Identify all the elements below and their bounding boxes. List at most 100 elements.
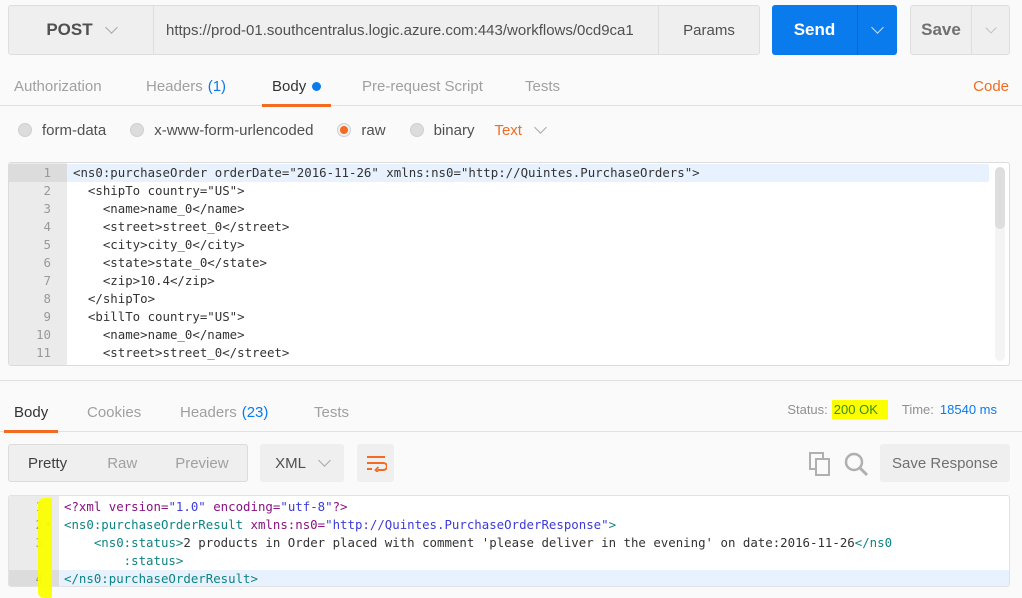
code-text: <name>name_0</name>: [73, 327, 245, 342]
tab-authorization[interactable]: Authorization: [14, 66, 102, 106]
code-line: 11 <street>street_0</street>: [9, 344, 989, 362]
tab-label: Pre-request Script: [362, 77, 483, 95]
tab-headers[interactable]: Headers (1): [146, 66, 226, 106]
line-number: 8: [43, 291, 51, 306]
response-body-viewer[interactable]: 1<?xml version="1.0" encoding="utf-8"?>2…: [8, 495, 1010, 587]
code-text: <shipTo country="US">: [73, 183, 245, 198]
send-dropdown-button[interactable]: [858, 5, 897, 55]
code-text: <city>city_0</city>: [73, 237, 245, 252]
code-text: </shipTo>: [73, 291, 156, 306]
chevron-down-icon: [984, 21, 997, 34]
radio-checked-icon: [337, 123, 352, 137]
tab-label: Authorization: [14, 77, 102, 95]
radio-label: raw: [361, 121, 386, 139]
headers-count: (1): [207, 77, 227, 95]
tab-cookies[interactable]: Cookies: [87, 392, 141, 432]
code-line: 3 <name>name_0</name>: [9, 200, 989, 218]
request-body-editor[interactable]: 1 <ns0:purchaseOrder orderDate="2016-11-2…: [8, 162, 1010, 366]
tab-label: Body: [272, 77, 307, 95]
code-line: 1 <ns0:purchaseOrder orderDate="2016-11-2…: [9, 164, 989, 182]
code-text: <billTo country="US">: [73, 309, 245, 324]
code-line: 4</ns0:purchaseOrderResult>: [9, 570, 1009, 586]
vertical-scrollbar[interactable]: [995, 167, 1005, 361]
save-dropdown-button[interactable]: [972, 6, 1009, 54]
send-button[interactable]: Send: [772, 5, 858, 55]
wrap-lines-button[interactable]: [357, 444, 394, 482]
code-line: 12 <city>city_0</city>: [9, 362, 989, 365]
code-line: 3 <ns0:status>2 products in Order placed…: [9, 534, 1009, 552]
radio-icon: [409, 123, 424, 137]
search-icon: [844, 452, 869, 477]
headers-count: (23): [241, 403, 269, 421]
pane-divider[interactable]: [0, 380, 1022, 381]
modified-dot-icon: [312, 81, 322, 91]
params-button[interactable]: Params: [659, 6, 759, 54]
radio-x-www-form-urlencoded[interactable]: x-www-form-urlencoded: [130, 122, 313, 139]
tab-response-tests[interactable]: Tests: [314, 392, 349, 432]
raw-format-select[interactable]: Text: [494, 121, 547, 139]
response-view-mode: Pretty Raw Preview: [8, 444, 248, 482]
raw-format-label: Text: [494, 121, 522, 139]
tab-body[interactable]: Body: [261, 66, 332, 107]
line-number: 9: [43, 309, 51, 324]
copy-button[interactable]: [808, 451, 832, 477]
tab-pre-request-script[interactable]: Pre-request Script: [362, 66, 483, 106]
tab-label: Tests: [525, 77, 561, 95]
save-button-group: Save: [910, 5, 1010, 55]
code-line: 6 <state>state_0</state>: [9, 254, 989, 272]
view-preview-button[interactable]: Preview: [137, 455, 228, 472]
tab-tests[interactable]: Tests: [525, 66, 560, 106]
code-line: 9 <billTo country="US">: [9, 308, 989, 326]
line-number: 11: [36, 345, 51, 360]
code-text: <ns0:purchaseOrder orderDate="2016-11-26…: [73, 165, 700, 180]
url-input[interactable]: https://prod-01.southcentralus.logic.azu…: [154, 6, 659, 54]
method-select[interactable]: POST: [9, 6, 154, 54]
radio-icon: [18, 123, 32, 137]
save-button[interactable]: Save: [911, 6, 972, 54]
radio-raw[interactable]: raw: [337, 121, 386, 139]
code-link[interactable]: Code: [973, 66, 1009, 106]
line-number: 4: [43, 219, 51, 234]
code-line: 10 <name>name_0</name>: [9, 326, 989, 344]
code-text: <street>street_0</street>: [73, 219, 290, 234]
code-text: <name>name_0</name>: [73, 201, 245, 216]
code-line: 1<?xml version="1.0" encoding="utf-8"?>: [9, 498, 1009, 516]
tab-label: Body: [14, 403, 49, 421]
scrollbar-thumb[interactable]: [995, 167, 1005, 229]
code-text: <state>state_0</state>: [73, 255, 267, 270]
line-number: 7: [43, 273, 51, 288]
annotation-highlight-mark: [38, 498, 52, 598]
chevron-down-icon: [104, 21, 118, 34]
view-pretty-button[interactable]: Pretty: [9, 455, 67, 472]
code-text: <?xml version="1.0" encoding="utf-8"?>: [64, 499, 348, 514]
code-text: :status>: [64, 553, 184, 568]
code-text: <street>street_0</street>: [73, 345, 290, 360]
search-button[interactable]: [843, 451, 869, 477]
wrap-lines-icon: [366, 456, 387, 472]
response-language-select[interactable]: XML: [260, 444, 344, 482]
language-label: XML: [275, 454, 306, 472]
code-text: <ns0:status>2 products in Order placed w…: [93, 535, 893, 550]
radio-binary[interactable]: binary: [409, 122, 474, 139]
view-raw-button[interactable]: Raw: [67, 455, 137, 472]
time-value: 18540 ms: [939, 401, 997, 417]
code-line: 2▼<ns0:purchaseOrderResult xmlns:ns0="ht…: [9, 516, 1009, 534]
radio-label: form-data: [42, 121, 107, 139]
tab-label: Headers: [180, 403, 237, 421]
tab-response-headers[interactable]: Headers (23): [180, 392, 268, 432]
tab-label: Tests: [314, 403, 350, 421]
code-line: 5 <city>city_0</city>: [9, 236, 989, 254]
code-text: <zip>10.4</zip>: [73, 273, 215, 288]
code-line: :status>: [9, 552, 1009, 570]
status-label: Status:: [787, 401, 828, 417]
tab-label: Headers: [146, 77, 203, 95]
radio-form-data[interactable]: form-data: [18, 122, 106, 139]
copy-icon: [809, 452, 830, 476]
save-response-button[interactable]: Save Response: [880, 444, 1010, 482]
status-badge: 200 OK: [831, 399, 888, 419]
response-meta: Status: 200 OK Time: 18540 ms: [787, 392, 997, 426]
time-label: Time:: [901, 401, 934, 417]
code-line: 4 <street>street_0</street>: [9, 218, 989, 236]
code-line: 7 <zip>10.4</zip>: [9, 272, 989, 290]
tab-response-body[interactable]: Body: [3, 392, 59, 433]
